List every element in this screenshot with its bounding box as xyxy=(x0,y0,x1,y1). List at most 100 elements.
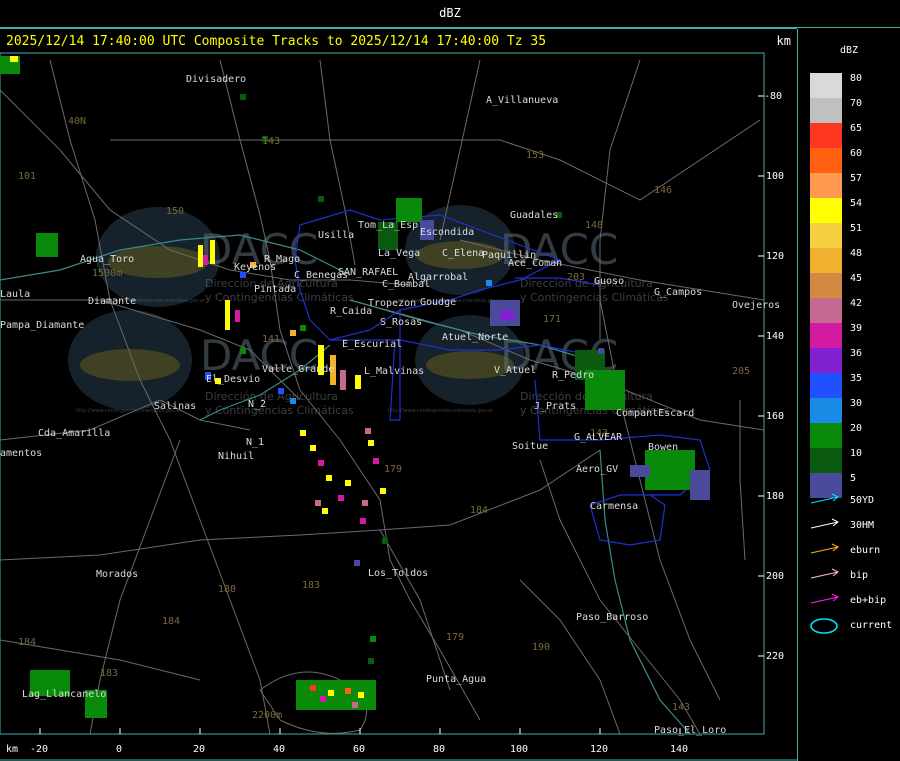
place-label: V_Atuel xyxy=(494,365,536,376)
legend-swatch xyxy=(810,123,842,148)
elevation-label: 184 xyxy=(470,505,488,516)
legend-entry: 51 xyxy=(810,223,898,248)
elevation-label: 40N xyxy=(68,116,86,127)
x-tick-label: 140 xyxy=(670,744,688,755)
y-tick-label: -120 xyxy=(760,251,784,262)
track-label: current xyxy=(850,620,893,631)
elevation-label: 203 xyxy=(567,272,585,283)
legend-entry: 70 xyxy=(810,98,898,123)
elevation-label: 179 xyxy=(446,632,464,643)
place-label: L_Malvinas xyxy=(364,366,424,377)
place-label: Atuel_Norte xyxy=(442,332,508,343)
watermark-line: y Contingencias Climáticas xyxy=(205,404,354,417)
legend-swatch xyxy=(810,373,842,398)
elevation-label: 101 xyxy=(18,171,36,182)
elevation-label: 180 xyxy=(218,584,236,595)
current-ellipse-icon xyxy=(810,618,838,634)
place-label: Morados xyxy=(96,569,138,580)
track-entry: current xyxy=(810,616,898,634)
place-label: G_Campos xyxy=(654,287,702,298)
y-tick-label: -180 xyxy=(760,491,784,502)
x-tick-label: 120 xyxy=(590,744,608,755)
track-entry: 30HM xyxy=(810,516,898,534)
legend-value: 36 xyxy=(850,348,863,359)
legend-swatch xyxy=(810,348,842,373)
place-label: Paso_Barroso xyxy=(576,612,648,623)
track-arrow-icon xyxy=(810,568,839,579)
place-label: Guoso xyxy=(594,276,624,287)
elevation-label: 146 xyxy=(654,185,672,196)
legend-value: 57 xyxy=(850,173,863,184)
legend-swatch xyxy=(810,398,842,423)
legend-entry: 35 xyxy=(810,373,898,398)
place-label: A_Villanueva xyxy=(486,95,558,106)
legend-value: 10 xyxy=(850,448,863,459)
place-label: Salinas xyxy=(154,401,196,412)
place-label: C_Bombal xyxy=(382,279,430,290)
legend-entry: 39 xyxy=(810,323,898,348)
track-entry: eburn xyxy=(810,541,898,559)
watermark-line: y Contingencias Climáticas xyxy=(520,291,669,304)
place-label: S_Rosas xyxy=(380,317,422,328)
place-label: Pampa_Diamante xyxy=(0,320,84,331)
track-label: 30HM xyxy=(850,520,875,531)
place-label: N_1 xyxy=(246,437,264,448)
place-label: Los_Toldos xyxy=(368,568,428,579)
legend-swatch xyxy=(810,98,842,123)
legend-entry: 57 xyxy=(810,173,898,198)
y-tick-label: -220 xyxy=(760,651,784,662)
place-label: Agua_Toro xyxy=(80,254,134,265)
legend-entry: 36 xyxy=(810,348,898,373)
legend-entry: 65 xyxy=(810,123,898,148)
place-label: Keyenos xyxy=(234,262,276,273)
legend-value: 42 xyxy=(850,298,863,309)
track-label: eburn xyxy=(850,545,881,556)
place-label: SAN_RAFAEL xyxy=(338,267,398,278)
legend-swatch xyxy=(810,273,842,298)
track-entry: bip xyxy=(810,566,898,584)
place-label: La_Vega xyxy=(378,248,420,259)
legend-value: 30 xyxy=(850,398,863,409)
legend-entry: 48 xyxy=(810,248,898,273)
place-label: Soitue xyxy=(512,441,548,452)
legend-entry: 10 xyxy=(810,448,898,473)
x-tick-label: 100 xyxy=(510,744,528,755)
place-label: Cda_Amarilla xyxy=(38,428,110,439)
place-label: CompantEscard xyxy=(616,408,694,419)
legend-entry: 80 xyxy=(810,73,898,98)
place-label: amentos xyxy=(0,448,42,459)
track-arrow-icon xyxy=(810,543,839,554)
elevation-label: 148 xyxy=(585,220,603,231)
place-label: Aero_GV xyxy=(576,464,618,475)
elevation-label: 150 xyxy=(166,206,184,217)
legend-value: 51 xyxy=(850,223,863,234)
legend-swatch xyxy=(810,448,842,473)
legend-swatch xyxy=(810,198,842,223)
legend-swatch xyxy=(810,248,842,273)
place-label: Punta_Agua xyxy=(426,674,486,685)
legend-value: 5 xyxy=(850,473,857,484)
legend-entry: 30 xyxy=(810,398,898,423)
track-arrow-icon xyxy=(810,493,839,504)
y-tick-label: -80 xyxy=(764,91,782,102)
legend-swatch xyxy=(810,298,842,323)
radar-map[interactable]: DACC DACC DACC DACC Dirección de Agricul… xyxy=(0,0,797,761)
place-label: El_Desvio xyxy=(206,374,260,385)
place-label: Ace_Coman xyxy=(508,258,562,269)
place-label: Lag_Llancanelo xyxy=(22,689,106,700)
watermark-line: Dirección de Agricultura xyxy=(205,390,338,403)
elevation-label: 179 xyxy=(384,464,402,475)
track-label: bip xyxy=(850,570,869,581)
x-tick-label: 0 xyxy=(116,744,122,755)
place-label: Valle_Grande xyxy=(262,364,334,375)
track-arrow-icon xyxy=(810,593,839,604)
elevation-label: 205 xyxy=(732,366,750,377)
legend-value: 35 xyxy=(850,373,863,384)
legend-value: 48 xyxy=(850,248,863,259)
legend-entry: 20 xyxy=(810,423,898,448)
elevation-label: 141 xyxy=(262,334,280,345)
place-label: Laula xyxy=(0,289,30,300)
place-label: Usilla xyxy=(318,230,354,241)
legend-entry: 54 xyxy=(810,198,898,223)
y-tick-label: -140 xyxy=(760,331,784,342)
